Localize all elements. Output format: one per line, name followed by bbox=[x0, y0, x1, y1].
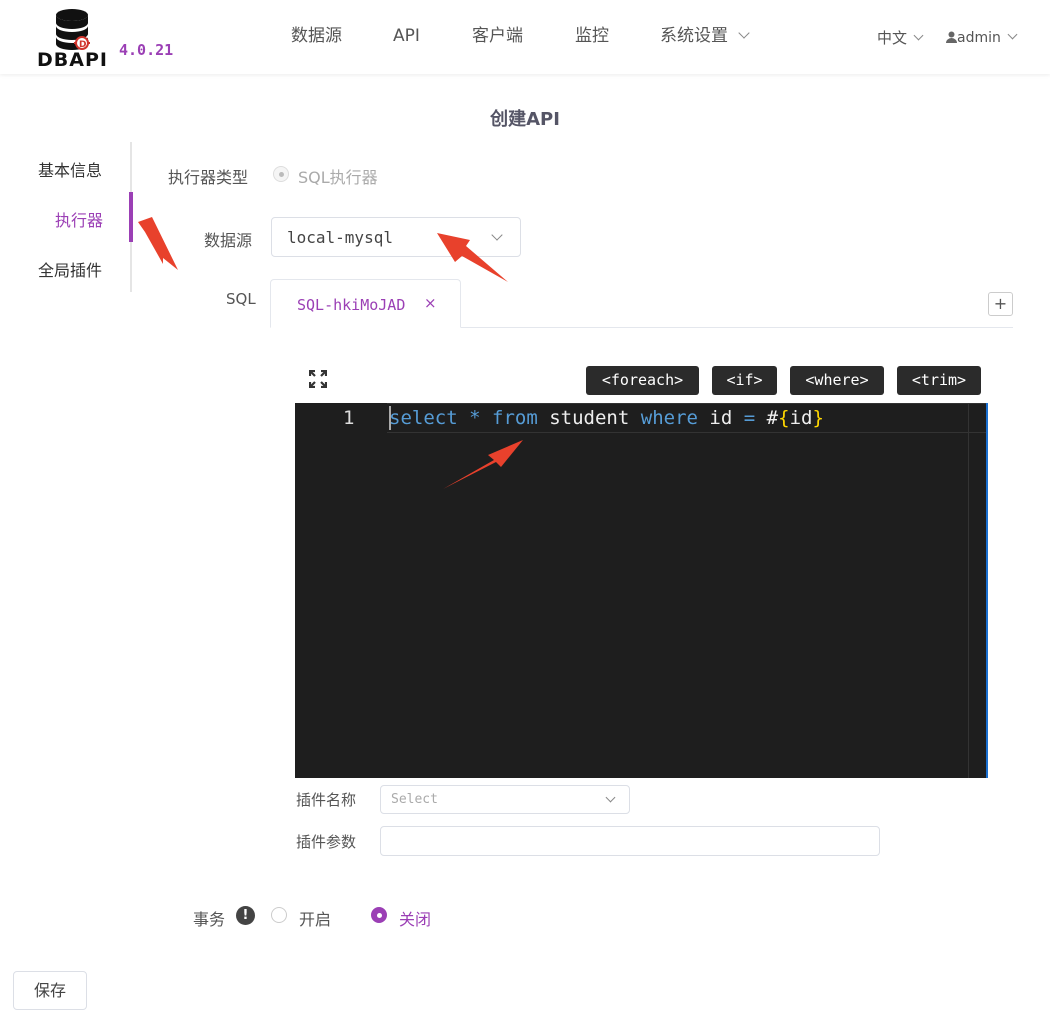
chevron-down-icon bbox=[491, 229, 503, 241]
brand-name: DBAPI bbox=[37, 49, 108, 71]
line-number: 1 bbox=[343, 407, 355, 429]
side-menu-active-indicator bbox=[129, 192, 133, 242]
fullscreen-icon[interactable] bbox=[309, 370, 327, 388]
save-button[interactable]: 保存 bbox=[13, 971, 87, 1010]
token-where: where bbox=[640, 407, 698, 429]
version-label: 4.0.21 bbox=[119, 41, 174, 59]
language-dropdown[interactable]: 中文 bbox=[877, 27, 924, 49]
token-equals: = bbox=[743, 407, 756, 429]
language-label: 中文 bbox=[877, 29, 908, 47]
annotation-arrow-executor bbox=[138, 217, 178, 270]
nav-monitor[interactable]: 监控 bbox=[575, 25, 609, 47]
sql-tab-label: SQL-hkiMoJAD bbox=[297, 296, 406, 314]
executor-type-value: SQL执行器 bbox=[298, 168, 378, 187]
close-icon[interactable]: × bbox=[424, 294, 437, 312]
transaction-label: 事务 bbox=[193, 910, 226, 929]
editor-ruler bbox=[968, 403, 969, 778]
transaction-on-label[interactable]: 开启 bbox=[299, 906, 331, 930]
editor-scrollbar[interactable] bbox=[986, 403, 988, 778]
executor-type-label: 执行器类型 bbox=[168, 168, 249, 187]
token-star: * bbox=[469, 407, 481, 429]
token-right-brace: } bbox=[812, 407, 824, 429]
chevron-down-icon bbox=[1007, 29, 1018, 40]
sql-label: SQL bbox=[226, 290, 256, 308]
plugin-name-select[interactable]: Select bbox=[380, 785, 630, 814]
token-hash: # bbox=[766, 407, 779, 429]
editor-gutter: 1 bbox=[295, 403, 387, 433]
username: admin bbox=[957, 30, 1001, 46]
nav-api[interactable]: API bbox=[393, 25, 420, 47]
nav-client[interactable]: 客户端 bbox=[472, 25, 523, 47]
nav-system-settings[interactable]: 系统设置 bbox=[660, 25, 750, 47]
transaction-on-radio[interactable] bbox=[271, 907, 287, 923]
foreach-tag-button[interactable]: <foreach> bbox=[586, 366, 699, 395]
side-item-executor[interactable]: 执行器 bbox=[55, 207, 103, 231]
executor-type-radio bbox=[273, 166, 289, 182]
page-title: 创建API bbox=[490, 109, 560, 130]
user-dropdown[interactable]: admin bbox=[946, 27, 1018, 49]
plugin-param-label: 插件参数 bbox=[296, 833, 357, 851]
user-icon bbox=[946, 31, 957, 43]
chevron-down-icon bbox=[913, 30, 924, 41]
add-tab-button[interactable]: + bbox=[988, 292, 1013, 316]
nav-system-settings-label: 系统设置 bbox=[660, 26, 728, 46]
side-item-basic-info[interactable]: 基本信息 bbox=[38, 157, 102, 181]
chevron-down-icon bbox=[738, 27, 750, 39]
token-left-brace: { bbox=[778, 407, 790, 429]
transaction-off-radio[interactable] bbox=[371, 907, 387, 923]
where-tag-button[interactable]: <where> bbox=[790, 366, 884, 395]
trim-tag-button[interactable]: <trim> bbox=[897, 366, 981, 395]
plugin-name-label: 插件名称 bbox=[296, 791, 357, 809]
token-table: student bbox=[549, 407, 630, 429]
side-item-global-plugins[interactable]: 全局插件 bbox=[38, 257, 102, 281]
token-column: id bbox=[709, 407, 733, 429]
token-select: select bbox=[389, 407, 458, 429]
plugin-name-placeholder: Select bbox=[391, 792, 438, 807]
datasource-value: local-mysql bbox=[287, 228, 393, 247]
datasource-select[interactable]: local-mysql bbox=[271, 217, 521, 257]
top-header: D DBAPI 4.0.21 数据源 API 客户端 监控 系统设置 中文 ad… bbox=[0, 0, 1050, 74]
nav-datasource[interactable]: 数据源 bbox=[291, 25, 342, 47]
sql-editor[interactable]: 1 select * from student where id = #{id} bbox=[295, 403, 988, 778]
if-tag-button[interactable]: <if> bbox=[712, 366, 777, 395]
chevron-down-icon bbox=[605, 792, 616, 803]
token-param: id bbox=[789, 407, 813, 429]
sql-tab[interactable]: SQL-hkiMoJAD × bbox=[270, 279, 461, 328]
token-from: from bbox=[492, 407, 538, 429]
info-icon[interactable]: ! bbox=[236, 906, 255, 925]
sql-code-line[interactable]: select * from student where id = #{id} bbox=[389, 407, 824, 429]
plugin-param-input[interactable] bbox=[380, 826, 880, 856]
transaction-off-label[interactable]: 关闭 bbox=[399, 906, 431, 930]
datasource-label: 数据源 bbox=[204, 231, 253, 250]
